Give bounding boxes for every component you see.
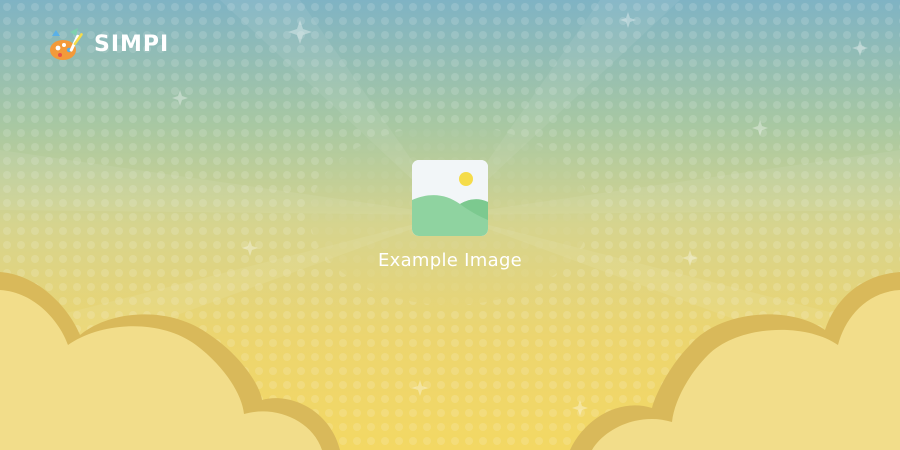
brand-name: SIMPI xyxy=(94,32,170,57)
placeholder-caption: Example Image xyxy=(377,250,523,271)
hero-banner: SIMPI Example Image xyxy=(0,0,900,450)
painter-palette-icon xyxy=(50,28,83,60)
brand-logo[interactable]: SIMPI xyxy=(46,26,169,64)
image-placeholder: Example Image xyxy=(350,160,550,271)
sun-icon xyxy=(459,172,473,186)
image-placeholder-icon xyxy=(412,160,488,236)
